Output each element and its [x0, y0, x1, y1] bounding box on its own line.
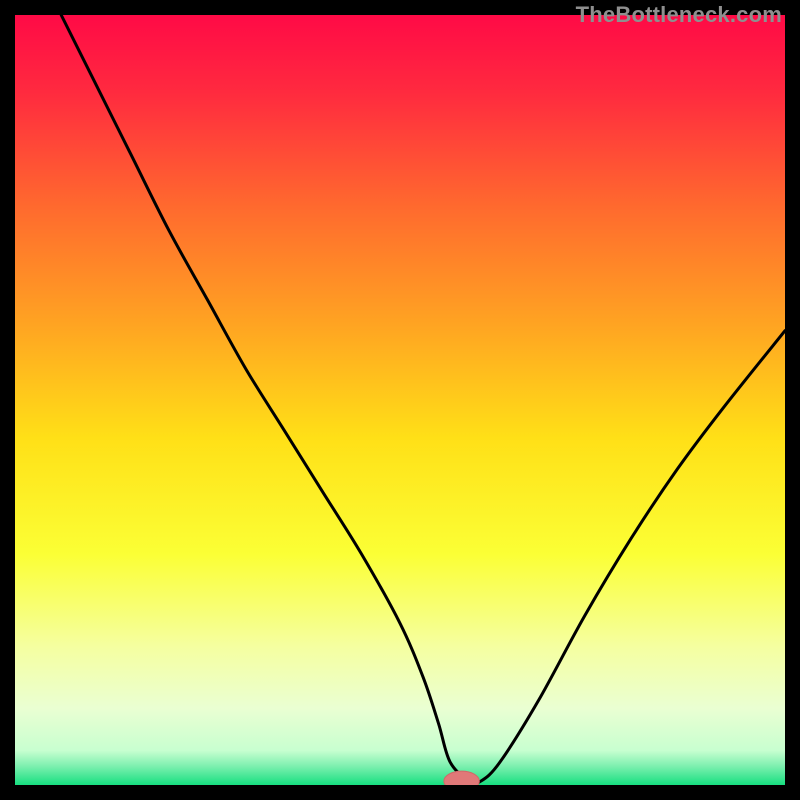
bottleneck-chart [15, 15, 785, 785]
chart-frame [15, 15, 785, 785]
watermark-text: TheBottleneck.com [576, 2, 782, 28]
gradient-background [15, 15, 785, 785]
